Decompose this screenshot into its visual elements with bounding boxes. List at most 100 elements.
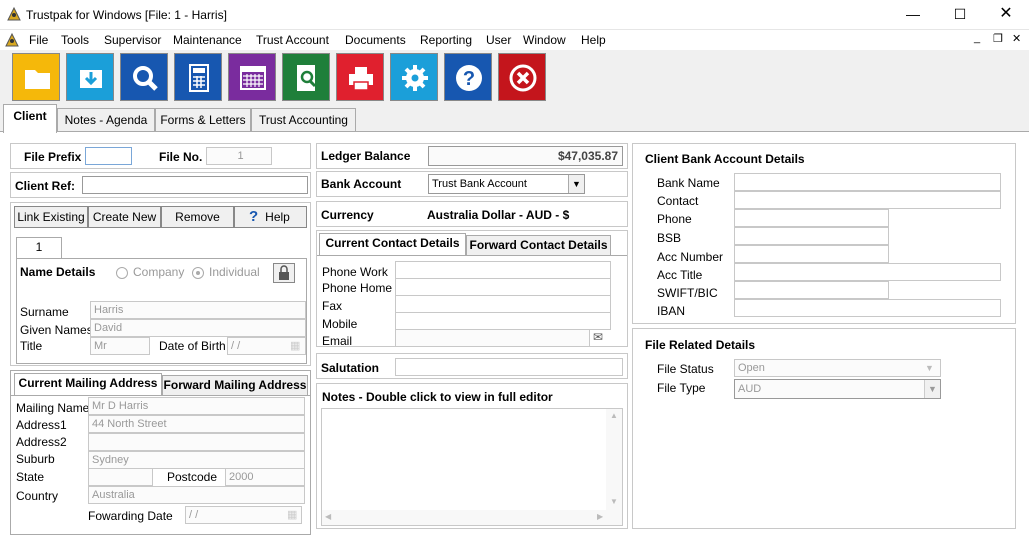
print-button[interactable] xyxy=(336,53,384,101)
help-icon: ? xyxy=(456,65,482,91)
document-search-button[interactable] xyxy=(282,53,330,101)
file-type-select[interactable]: AUD ▼ xyxy=(734,379,941,399)
svg-text:?: ? xyxy=(463,68,475,90)
file-status-dropdown-icon[interactable]: ▼ xyxy=(925,360,934,376)
bsb-field[interactable] xyxy=(734,227,889,245)
menu-user[interactable]: User xyxy=(486,33,511,47)
mdi-restore-button[interactable]: ❐ xyxy=(993,32,1003,45)
scroll-left-icon[interactable]: ◀ xyxy=(325,512,331,521)
menu-help[interactable]: Help xyxy=(581,33,606,47)
email-label: Email xyxy=(322,334,353,348)
download-button[interactable] xyxy=(66,53,114,101)
calendar-button[interactable] xyxy=(228,53,276,101)
notes-textarea[interactable]: ▲ ▼ ◀ ▶ xyxy=(321,408,623,526)
scroll-right-icon[interactable]: ▶ xyxy=(597,512,603,521)
given-names-field[interactable]: David xyxy=(90,319,306,337)
bank-name-field[interactable] xyxy=(734,173,1001,191)
tab-trust-accounting[interactable]: Trust Accounting xyxy=(251,108,356,132)
scroll-up-icon[interactable]: ▲ xyxy=(610,411,618,420)
bank-phone-field[interactable] xyxy=(734,209,889,227)
bank-contact-field[interactable] xyxy=(734,191,1001,209)
country-field[interactable]: Australia xyxy=(88,486,305,504)
salutation-label: Salutation xyxy=(321,361,380,375)
menu-supervisor[interactable]: Supervisor xyxy=(104,33,161,47)
title-bar: Trustpak for Windows [File: 1 - Harris] … xyxy=(0,0,1029,30)
surname-field[interactable]: Harris xyxy=(90,301,306,319)
exit-button[interactable] xyxy=(498,53,546,101)
mdi-minimize-button[interactable]: _ xyxy=(974,32,980,44)
create-new-button[interactable]: Create New xyxy=(88,206,161,228)
bank-name-label: Bank Name xyxy=(657,176,720,190)
mailing-name-field[interactable]: Mr D Harris xyxy=(88,397,305,415)
email-compose-icon[interactable]: ✉ xyxy=(593,330,603,344)
calendar-picker-icon[interactable]: ▦ xyxy=(290,339,300,352)
search-button[interactable] xyxy=(120,53,168,101)
forwarding-date-picker-icon[interactable]: ▦ xyxy=(287,508,297,521)
mdi-close-button[interactable]: ✕ xyxy=(1012,32,1021,45)
name-tab-1[interactable]: 1 xyxy=(16,237,62,259)
address2-field[interactable] xyxy=(88,433,305,451)
settings-button[interactable] xyxy=(390,53,438,101)
calculator-button[interactable] xyxy=(174,53,222,101)
suburb-label: Suburb xyxy=(16,452,55,466)
remove-button[interactable]: Remove xyxy=(161,206,234,228)
help-button[interactable]: ? Help xyxy=(234,206,307,228)
postcode-label: Postcode xyxy=(167,470,218,484)
minimize-button[interactable]: — xyxy=(890,0,936,30)
file-status-select[interactable]: Open ▼ xyxy=(734,359,941,377)
tab-forms-letters[interactable]: Forms & Letters xyxy=(155,108,251,132)
phone-work-field[interactable] xyxy=(395,261,611,279)
maximize-button[interactable]: ☐ xyxy=(937,0,983,30)
swift-bic-label: SWIFT/BIC xyxy=(657,286,718,300)
fax-field[interactable] xyxy=(395,295,611,313)
close-button[interactable]: ✕ xyxy=(983,0,1029,30)
menu-maintenance[interactable]: Maintenance xyxy=(173,33,242,47)
settings-icon xyxy=(402,65,428,91)
mailing-address-panel: Mailing Name Mr D Harris Address1 44 Nor… xyxy=(11,395,310,534)
help-button-toolbar[interactable]: ? xyxy=(444,53,492,101)
menu-window[interactable]: Window xyxy=(523,33,566,47)
acc-title-field[interactable] xyxy=(734,263,1001,281)
bank-account-select[interactable]: Trust Bank Account ▼ xyxy=(428,174,585,194)
file-prefix-input[interactable] xyxy=(85,147,132,165)
suburb-field[interactable]: Sydney xyxy=(88,451,305,469)
tab-current-contact-details[interactable]: Current Contact Details xyxy=(319,233,466,255)
client-ref-input[interactable] xyxy=(82,176,308,194)
mobile-field[interactable] xyxy=(395,312,611,330)
contact-details-group: Current Contact Details Forward Contact … xyxy=(316,230,628,348)
notes-vertical-scrollbar[interactable]: ▲ ▼ xyxy=(606,409,622,511)
address1-field[interactable]: 44 North Street xyxy=(88,415,305,433)
app-menu-icon[interactable] xyxy=(4,32,20,51)
file-type-dropdown-icon[interactable]: ▼ xyxy=(924,380,940,398)
tab-current-mailing-address[interactable]: Current Mailing Address xyxy=(14,373,162,395)
salutation-input[interactable] xyxy=(395,358,623,376)
bank-account-dropdown-icon[interactable]: ▼ xyxy=(568,175,584,193)
notes-horizontal-scrollbar[interactable]: ◀ ▶ xyxy=(322,510,622,525)
company-radio[interactable] xyxy=(116,267,128,279)
tab-forward-contact-details[interactable]: Forward Contact Details xyxy=(466,235,611,255)
scroll-down-icon[interactable]: ▼ xyxy=(610,497,618,506)
email-field[interactable] xyxy=(395,329,590,347)
title-field[interactable]: Mr xyxy=(90,337,150,355)
tab-client[interactable]: Client xyxy=(3,104,57,133)
phone-home-field[interactable] xyxy=(395,278,611,296)
forwarding-date-field[interactable]: / / xyxy=(185,506,302,524)
acc-number-field[interactable] xyxy=(734,245,889,263)
menu-trust-account[interactable]: Trust Account xyxy=(256,33,329,47)
iban-field[interactable] xyxy=(734,299,1001,317)
postcode-field[interactable]: 2000 xyxy=(225,468,305,486)
individual-radio[interactable] xyxy=(192,267,204,279)
state-field[interactable] xyxy=(88,468,153,486)
tab-forward-mailing-address[interactable]: Forward Mailing Address xyxy=(162,375,308,395)
notes-label[interactable]: Notes - Double click to view in full edi… xyxy=(322,390,553,404)
menu-reporting[interactable]: Reporting xyxy=(420,33,472,47)
menu-documents[interactable]: Documents xyxy=(345,33,406,47)
menu-tools[interactable]: Tools xyxy=(61,33,89,47)
swift-bic-field[interactable] xyxy=(734,281,889,299)
app-icon xyxy=(6,6,22,22)
link-existing-button[interactable]: Link Existing xyxy=(14,206,88,228)
menu-file[interactable]: File xyxy=(29,33,48,47)
tab-notes-agenda[interactable]: Notes - Agenda xyxy=(57,108,155,132)
lock-button[interactable] xyxy=(273,263,295,283)
open-folder-button[interactable] xyxy=(12,53,60,101)
